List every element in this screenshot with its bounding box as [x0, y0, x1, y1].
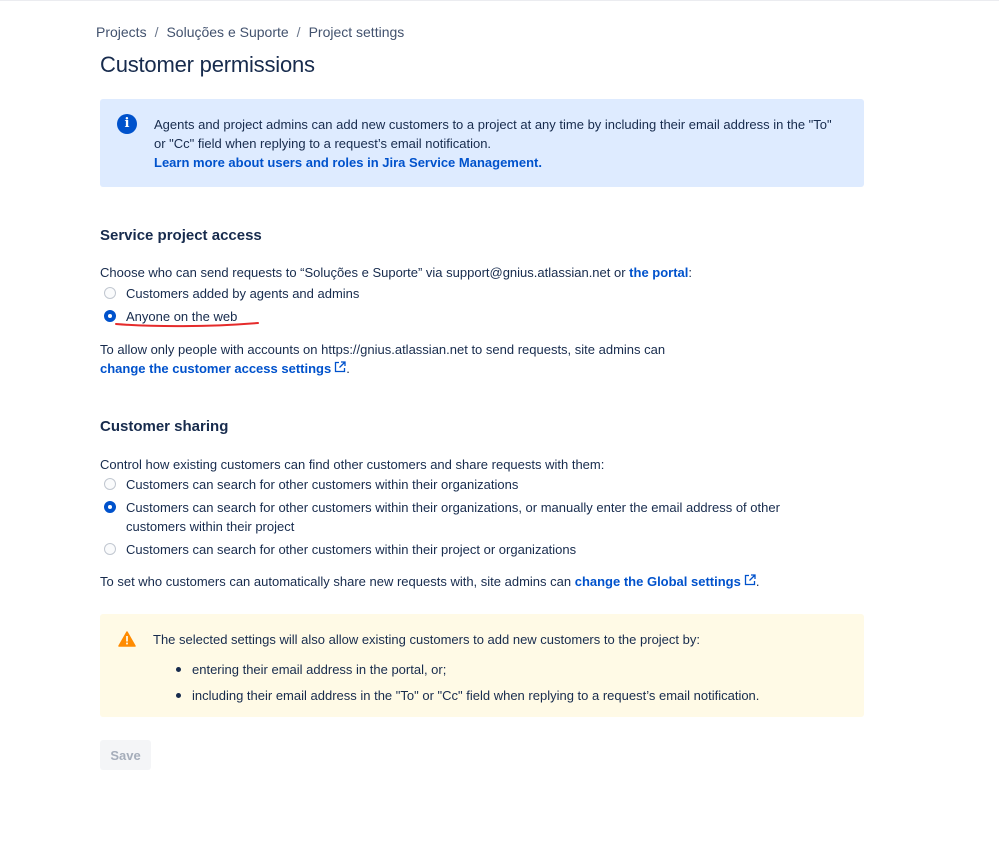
customer-access-note: To allow only people with accounts on ht…	[100, 340, 864, 378]
save-button[interactable]: Save	[100, 740, 151, 770]
change-global-settings-label: change the Global settings	[574, 574, 741, 589]
info-panel-message: Agents and project admins can add new cu…	[154, 117, 832, 151]
change-global-settings-link[interactable]: change the Global settings	[575, 574, 756, 589]
radio-button-selected[interactable]	[104, 501, 116, 513]
warning-list: entering their email address in the port…	[174, 660, 759, 712]
red-underline-annotation	[115, 322, 259, 328]
breadcrumb-projects[interactable]: Projects	[96, 24, 147, 40]
warning-panel: The selected settings will also allow ex…	[100, 614, 864, 717]
radio-button[interactable]	[104, 287, 116, 299]
customer-access-note-text: To allow only people with accounts on ht…	[100, 342, 666, 357]
learn-more-link[interactable]: Learn more about users and roles in Jira…	[154, 155, 542, 170]
radio-button[interactable]	[104, 543, 116, 555]
breadcrumb-separator: /	[296, 24, 301, 40]
global-settings-note-text: To set who customers can automatically s…	[100, 574, 575, 589]
note-period: .	[755, 574, 760, 589]
list-item: entering their email address in the port…	[174, 660, 759, 679]
radio-search-within-organizations[interactable]: Customers can search for other customers…	[104, 475, 518, 494]
note-period: .	[346, 361, 350, 376]
breadcrumb-separator: /	[154, 24, 159, 40]
breadcrumb-project-settings[interactable]: Project settings	[309, 24, 405, 40]
customer-sharing-heading: Customer sharing	[100, 418, 229, 435]
radio-search-or-enter-email[interactable]: Customers can search for other customers…	[104, 498, 794, 536]
warning-panel-text: The selected settings will also allow ex…	[153, 632, 700, 647]
portal-link[interactable]: the portal	[629, 265, 688, 280]
info-panel: i Agents and project admins can add new …	[100, 99, 864, 187]
radio-button[interactable]	[104, 478, 116, 490]
page-title: Customer permissions	[100, 52, 315, 77]
service-access-description-text: Choose who can send requests to “Soluçõe…	[100, 265, 630, 280]
radio-label: Customers can search for other customers…	[126, 477, 519, 492]
radio-label: Customers can search for other customers…	[126, 500, 780, 534]
info-circle-icon: i	[117, 114, 137, 134]
service-access-description: Choose who can send requests to “Soluçõe…	[100, 263, 864, 282]
list-item: including their email address in the "To…	[174, 686, 759, 705]
external-link-icon	[744, 572, 756, 591]
radio-label: Customers added by agents and admins	[126, 286, 360, 301]
radio-label: Customers can search for other customers…	[126, 542, 577, 557]
external-link-icon	[334, 359, 346, 378]
breadcrumb: Projects / Soluções e Suporte / Project sett…	[96, 24, 404, 40]
radio-search-within-project-or-organizations[interactable]: Customers can search for other customers…	[104, 540, 576, 559]
service-access-heading: Service project access	[100, 227, 262, 244]
global-settings-note: To set who customers can automatically s…	[100, 572, 864, 591]
top-border	[0, 0, 999, 1]
warning-triangle-icon	[118, 631, 136, 647]
change-customer-access-link[interactable]: change the customer access settings	[100, 361, 346, 376]
info-panel-text: Agents and project admins can add new cu…	[154, 115, 844, 172]
breadcrumb-project[interactable]: Soluções e Suporte	[166, 24, 288, 40]
change-customer-access-label: change the customer access settings	[100, 361, 332, 376]
description-colon: :	[688, 265, 693, 280]
customer-sharing-description: Control how existing customers can find …	[100, 457, 605, 472]
radio-customers-added-by-agents[interactable]: Customers added by agents and admins	[104, 284, 359, 303]
